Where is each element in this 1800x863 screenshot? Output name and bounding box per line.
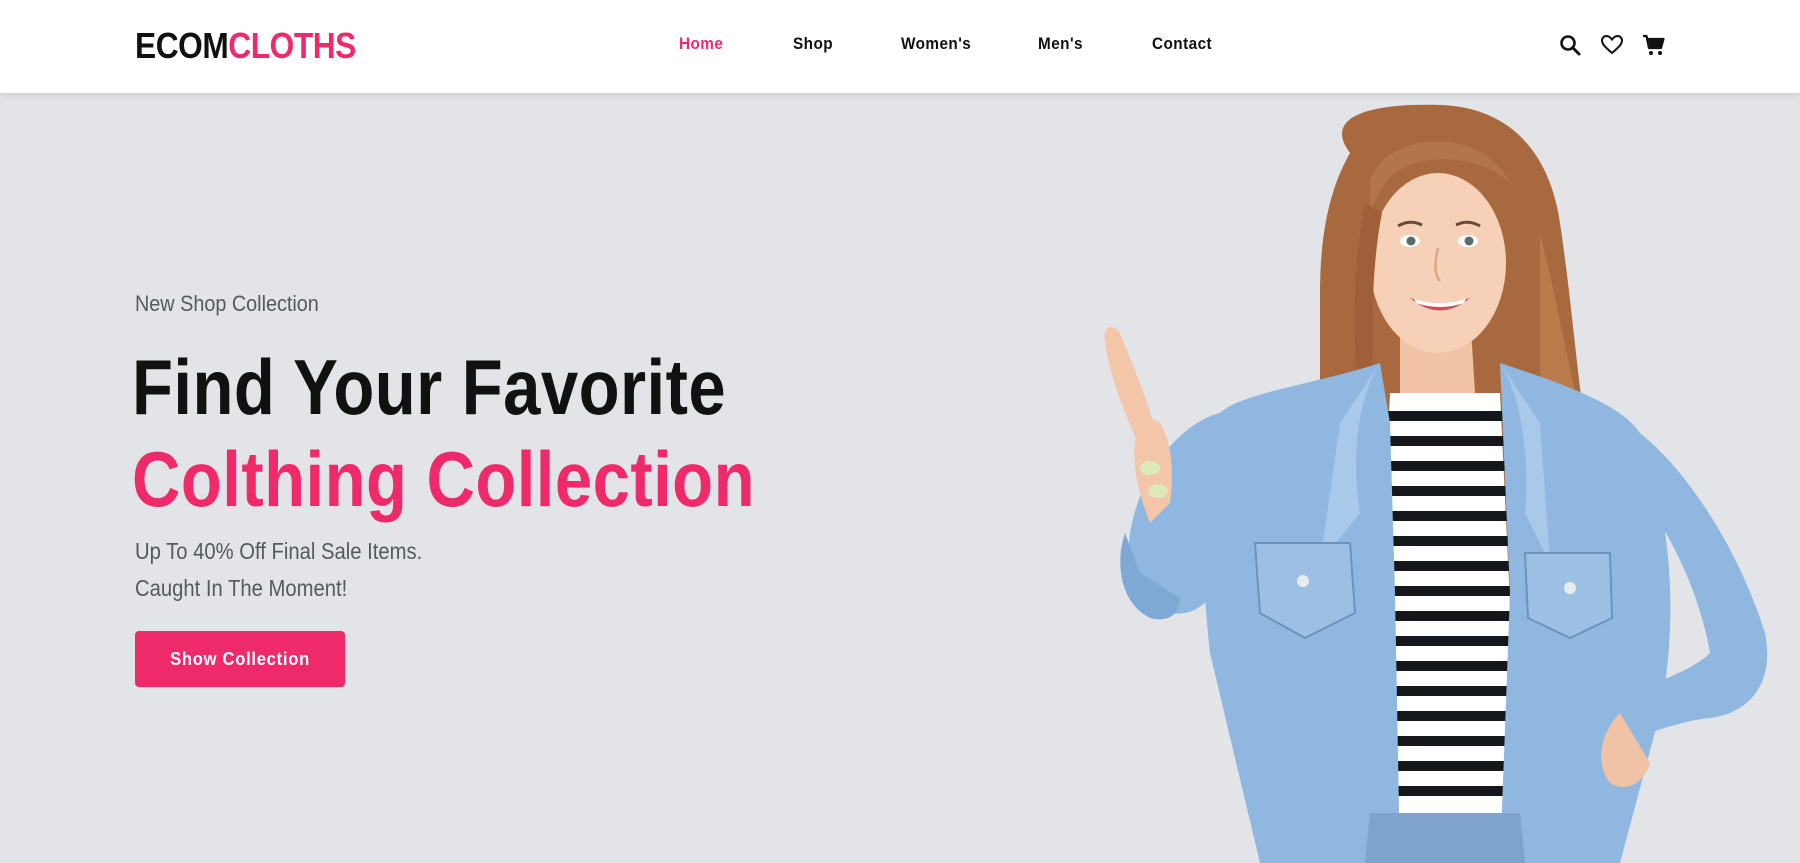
site-header: ECOMCLOTHS Home Shop Women's Men's Conta… <box>0 0 1800 93</box>
hero-title-line1: Find Your Favorite <box>132 343 727 431</box>
show-collection-label: Show Collection <box>170 648 310 669</box>
hero-eyebrow: New Shop Collection <box>135 291 319 316</box>
nav-item-contact[interactable]: Contact <box>1152 34 1212 54</box>
hero-banner: New Shop Collection Find Your Favorite C… <box>0 93 1800 863</box>
nav-item-shop[interactable]: Shop <box>793 34 833 54</box>
hero-subtitle-line2: Caught In The Moment! <box>135 575 348 601</box>
hero-title-line2: Colthing Collection <box>132 435 756 523</box>
brand-logo-part1: ECOM <box>135 25 229 66</box>
cart-icon[interactable] <box>1642 33 1666 57</box>
nav-item-mens[interactable]: Men's <box>1038 34 1083 54</box>
nav-item-home[interactable]: Home <box>679 34 723 54</box>
brand-logo-part2: CLOTHS <box>228 25 356 66</box>
show-collection-button[interactable]: Show Collection <box>135 631 345 687</box>
brand-logo[interactable]: ECOMCLOTHS <box>135 25 356 67</box>
heart-icon[interactable] <box>1600 33 1624 57</box>
nav-item-womens[interactable]: Women's <box>901 34 971 54</box>
hero-subtitle-line1: Up To 40% Off Final Sale Items. <box>135 538 423 564</box>
hero-subtitle: Up To 40% Off Final Sale Items. Caught I… <box>135 533 422 607</box>
hero-model-image <box>1104 104 1768 863</box>
search-icon[interactable] <box>1558 33 1582 57</box>
